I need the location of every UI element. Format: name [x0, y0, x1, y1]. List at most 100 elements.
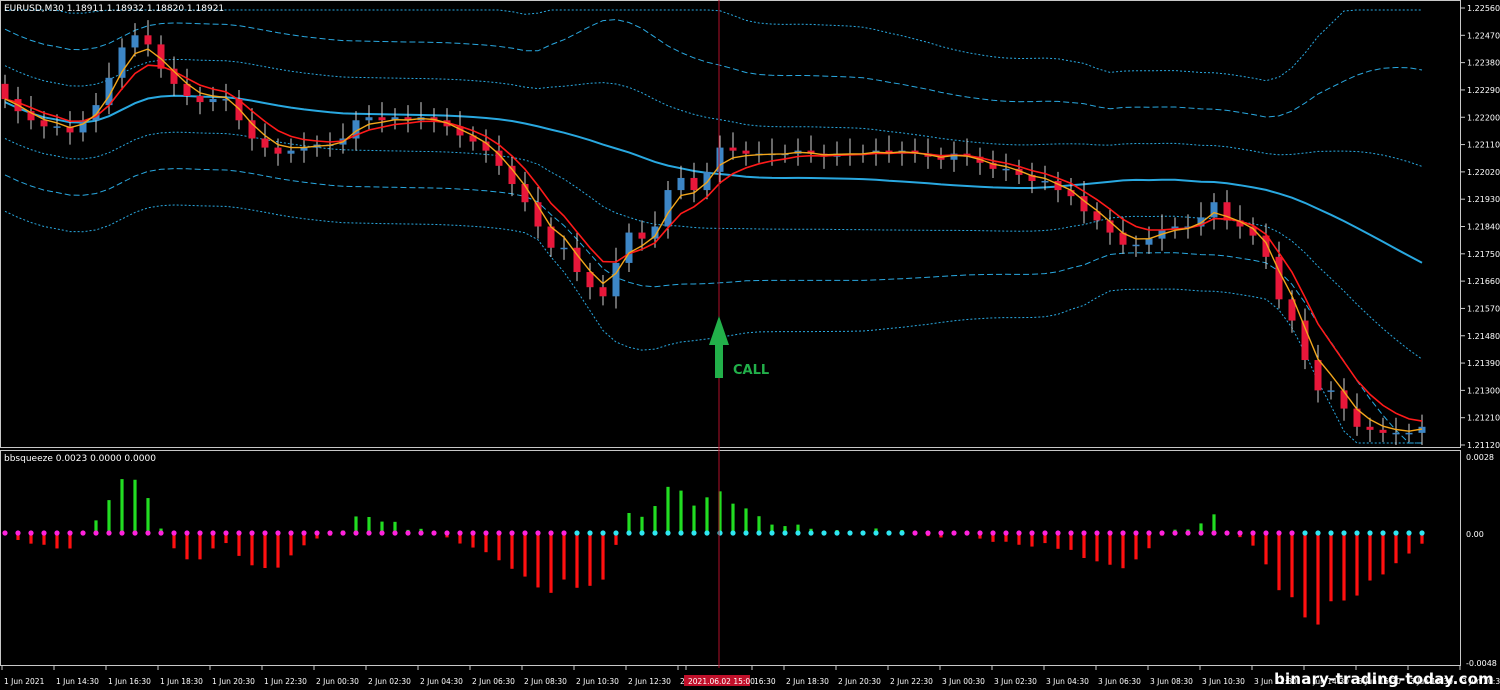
candle-bear [1, 83, 9, 100]
squeeze-dot [444, 530, 450, 536]
candle-bull [209, 99, 217, 103]
histogram-bar-negative [1303, 533, 1307, 618]
squeeze-dot [327, 530, 333, 536]
histogram-bar-positive [1212, 514, 1216, 533]
squeeze-dot [1302, 530, 1308, 536]
squeeze-dot [964, 530, 970, 536]
squeeze-dot [1029, 530, 1035, 536]
squeeze-dot [1185, 530, 1191, 536]
time-label: 3 Jun 04:30 [1046, 677, 1089, 686]
histogram-bar-negative [588, 533, 592, 586]
squeeze-dot [743, 530, 749, 536]
histogram-bar-negative [1095, 533, 1099, 562]
squeeze-dot [1159, 530, 1165, 536]
candle-bull [1327, 390, 1335, 392]
histogram-bar-negative [263, 533, 267, 569]
histogram-bar-negative [575, 533, 579, 588]
histogram-bar-negative [1264, 533, 1268, 565]
candle-bull [1132, 244, 1140, 247]
squeeze-dot [886, 530, 892, 536]
squeeze-dot [1419, 530, 1425, 536]
chart-title: EURUSD,M30 1.18911 1.18932 1.18820 1.189… [4, 4, 224, 14]
price-tick-label: 1.22110 [1467, 141, 1500, 150]
squeeze-dot [1198, 530, 1204, 536]
squeeze-dot [80, 530, 86, 536]
price-tick-label: 1.22560 [1467, 4, 1500, 13]
squeeze-dot [470, 530, 476, 536]
squeeze-dot [847, 530, 853, 536]
time-label: 2 Jun 18:30 [786, 677, 829, 686]
time-label: 1 Jun 20:30 [212, 677, 255, 686]
candle-bull [560, 247, 568, 250]
histogram-bar-negative [198, 533, 202, 560]
price-tick-label: 1.21300 [1467, 386, 1500, 395]
squeeze-dot [626, 530, 632, 536]
histogram-bar-positive [107, 500, 111, 533]
time-label: 2 Jun 06:30 [472, 677, 515, 686]
squeeze-dot [288, 530, 294, 536]
time-label: 2 Jun 04:30 [420, 677, 463, 686]
histogram-bar-negative [536, 533, 540, 588]
squeeze-dot [1172, 530, 1178, 536]
candle-bull [131, 35, 139, 48]
squeeze-dot [1224, 530, 1230, 536]
histogram-bar-negative [1316, 533, 1320, 625]
candle-bull [612, 262, 620, 297]
time-label: 2 Jun 08:30 [524, 677, 567, 686]
price-tick-label: 1.22290 [1467, 86, 1500, 95]
candle-bull [664, 190, 672, 227]
squeeze-dot [730, 530, 736, 536]
histogram-bar-negative [250, 533, 254, 566]
squeeze-dot [925, 530, 931, 536]
squeeze-dot [301, 530, 307, 536]
time-label: 1 Jun 18:30 [160, 677, 203, 686]
squeeze-dot [496, 530, 502, 536]
squeeze-dot [132, 530, 138, 536]
squeeze-dot [561, 530, 567, 536]
squeeze-dot [782, 530, 788, 536]
squeeze-dot [717, 530, 723, 536]
squeeze-dot [522, 530, 528, 536]
candle-bull [1002, 168, 1010, 171]
candle-bear [1314, 360, 1322, 391]
candle-bear [40, 120, 48, 127]
histogram-bar-positive [679, 490, 683, 533]
squeeze-dot [392, 530, 398, 536]
histogram-bar-positive [627, 512, 631, 533]
squeeze-dot [535, 530, 541, 536]
candle-bull [1392, 432, 1400, 435]
squeeze-dot [899, 530, 905, 536]
squeeze-dot [119, 530, 125, 536]
candle-bear [1379, 429, 1387, 433]
time-label: 2 Jun 02:30 [368, 677, 411, 686]
histogram-bar-negative [1121, 533, 1125, 569]
squeeze-dot [1263, 530, 1269, 536]
squeeze-dot [1055, 530, 1061, 536]
squeeze-dot [977, 530, 983, 536]
squeeze-dot [1211, 530, 1217, 536]
squeeze-dot [652, 530, 658, 536]
squeeze-dot [41, 530, 47, 536]
squeeze-dot [548, 530, 554, 536]
price-tick-label: 1.22020 [1467, 168, 1500, 177]
time-label: 2 Jun 22:30 [890, 677, 933, 686]
squeeze-dot [769, 530, 775, 536]
squeeze-dot [1094, 530, 1100, 536]
squeeze-dot [912, 530, 918, 536]
squeeze-dot [1380, 530, 1386, 536]
time-label: 2 Jun 20:30 [838, 677, 881, 686]
squeeze-dot [938, 530, 944, 536]
squeeze-dot [249, 530, 255, 536]
squeeze-dot [210, 530, 216, 536]
squeeze-dot [1042, 530, 1048, 536]
candle-bear [274, 147, 282, 154]
histogram-bar-negative [1342, 533, 1346, 601]
time-label: 16:30 [754, 677, 776, 686]
indicator-axis-top: 0.0028 [1466, 453, 1494, 462]
squeeze-dot [1068, 530, 1074, 536]
histogram-bar-negative [484, 533, 488, 553]
price-tick-label: 1.21750 [1467, 250, 1500, 259]
histogram-bar-negative [276, 533, 280, 568]
squeeze-dot [15, 530, 21, 536]
price-tick-label: 1.22380 [1467, 59, 1500, 68]
